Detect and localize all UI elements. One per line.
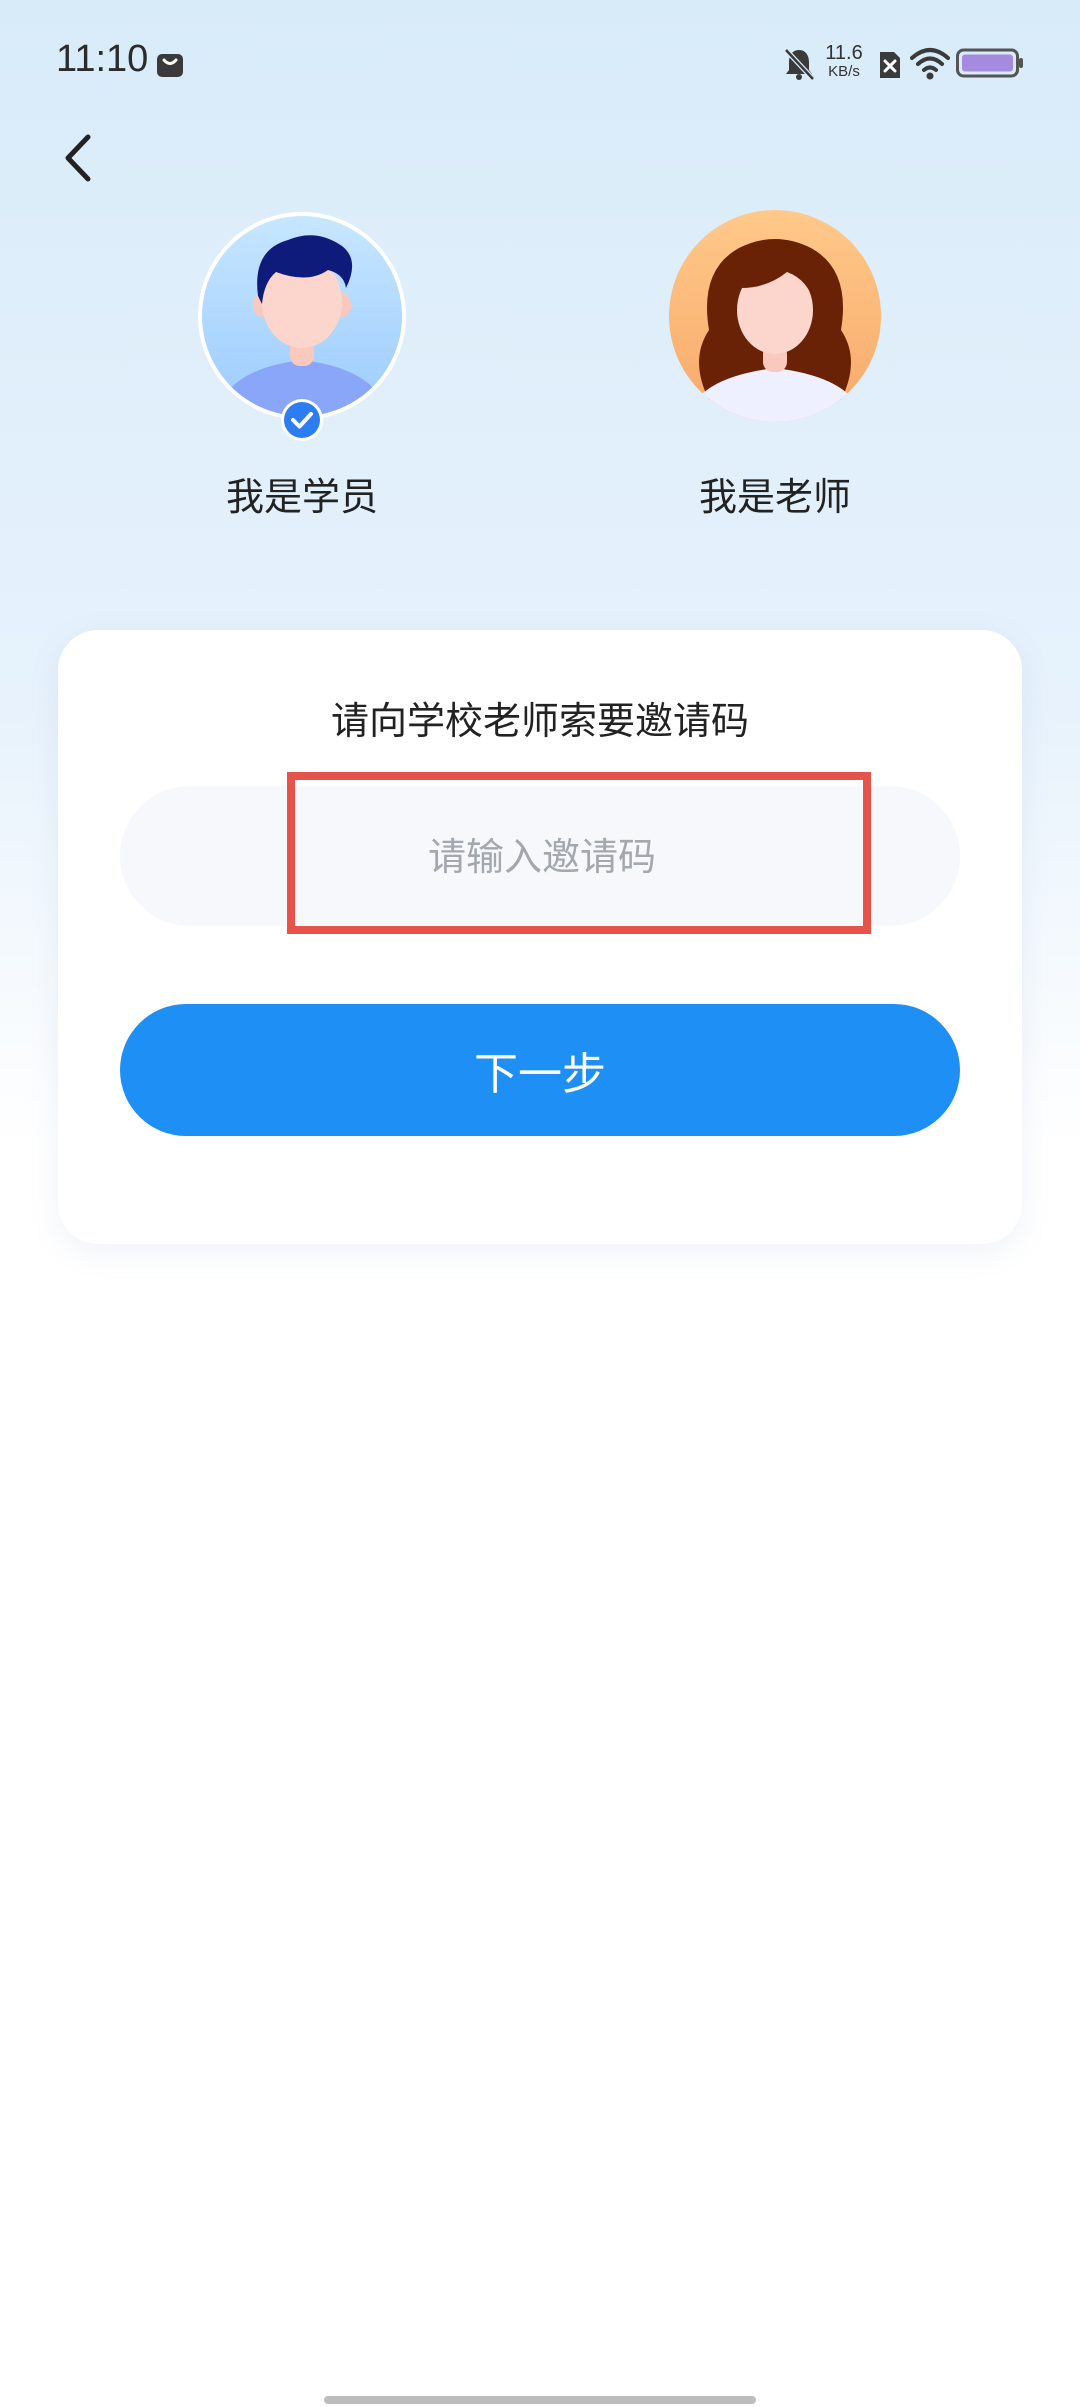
status-bar: 11:10 11.6 KB/s <box>0 0 1080 120</box>
role-student-label: 我是学员 <box>225 475 378 519</box>
student-avatar <box>196 210 408 441</box>
back-button[interactable] <box>52 128 102 188</box>
next-step-button[interactable]: 下一步 <box>120 1004 960 1136</box>
student-avatar-image <box>198 212 406 420</box>
invite-code-card: 请向学校老师索要邀请码 下一步 <box>58 630 1022 1244</box>
network-speed-value: 11.6 <box>825 42 863 64</box>
network-speed-unit: KB/s <box>828 63 860 80</box>
wifi-icon <box>910 48 950 80</box>
teacher-avatar <box>669 210 881 422</box>
invite-code-field-container <box>120 786 964 928</box>
shopping-bag-icon <box>157 54 183 77</box>
bell-muted-icon <box>784 48 815 81</box>
battery-icon <box>956 48 1023 78</box>
role-teacher-label: 我是老师 <box>698 475 851 519</box>
role-teacher-option[interactable]: 我是老师 <box>660 210 890 521</box>
status-time: 11:10 <box>56 38 149 80</box>
network-speed: 11.6 KB/s <box>824 42 864 80</box>
selected-check-icon <box>281 399 323 441</box>
sim-error-icon <box>880 52 900 78</box>
chevron-left-icon <box>65 134 91 182</box>
home-indicator[interactable] <box>324 2396 756 2404</box>
role-student-option[interactable]: 我是学员 <box>187 210 417 521</box>
teacher-avatar-image <box>669 210 881 422</box>
invite-code-input[interactable] <box>120 786 964 928</box>
invite-code-hint: 请向学校老师索要邀请码 <box>330 699 749 743</box>
